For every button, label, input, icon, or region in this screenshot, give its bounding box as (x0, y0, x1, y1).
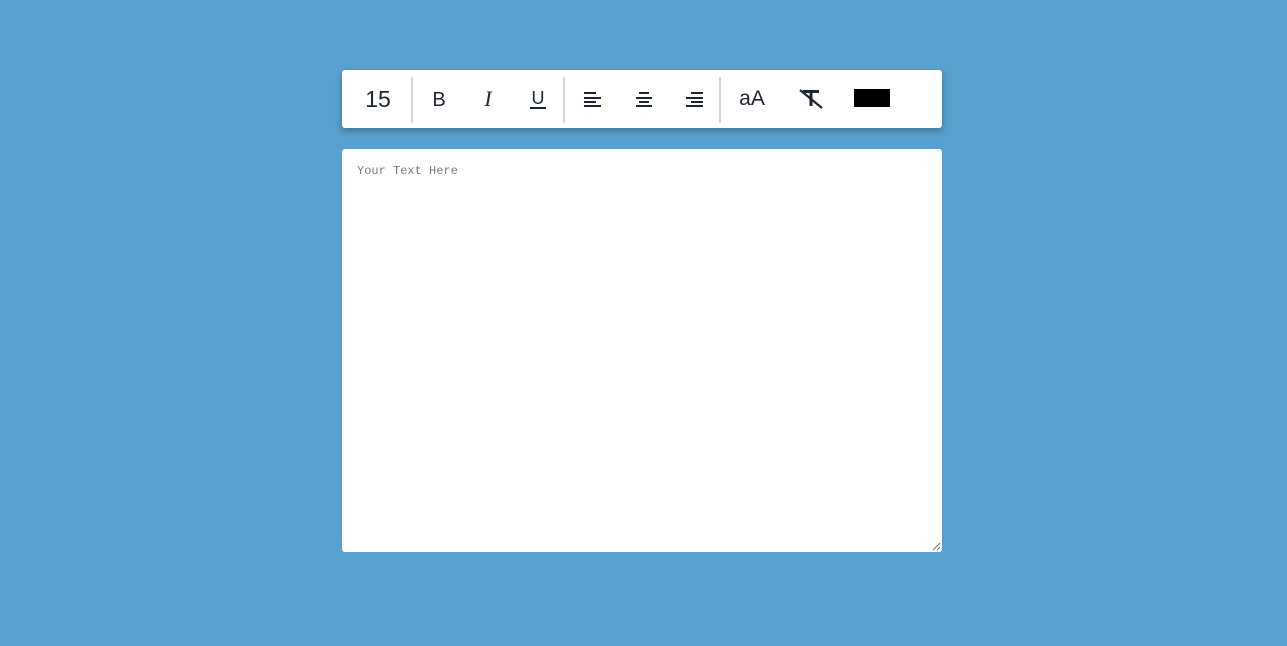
bold-button[interactable]: B (423, 70, 455, 128)
change-case-button[interactable]: aA (732, 70, 772, 128)
clear-format-button[interactable] (794, 70, 828, 128)
align-right-icon (686, 92, 703, 107)
italic-icon: I (483, 88, 493, 110)
underline-icon: U (530, 88, 546, 109)
text-color-picker[interactable] (854, 89, 890, 107)
align-center-icon (636, 92, 652, 107)
clear-format-icon (799, 89, 823, 109)
align-right-button[interactable] (680, 70, 710, 128)
toolbar-divider (563, 77, 565, 123)
toolbar-divider (719, 77, 721, 123)
resize-handle-icon[interactable] (931, 541, 941, 551)
align-left-icon (584, 92, 601, 107)
font-size-input[interactable]: 15 (348, 70, 408, 128)
italic-label: I (483, 88, 493, 110)
text-editor (342, 149, 942, 552)
editor-textarea[interactable] (342, 149, 942, 552)
bold-label: B (432, 89, 445, 110)
underline-button[interactable]: U (522, 70, 554, 128)
underline-label: U (532, 88, 545, 108)
align-left-button[interactable] (577, 70, 607, 128)
bold-icon: B (432, 89, 445, 110)
align-center-button[interactable] (629, 70, 659, 128)
formatting-toolbar: 15 B I U aA (342, 70, 942, 128)
toolbar-divider (411, 77, 413, 123)
italic-button[interactable]: I (472, 70, 504, 128)
